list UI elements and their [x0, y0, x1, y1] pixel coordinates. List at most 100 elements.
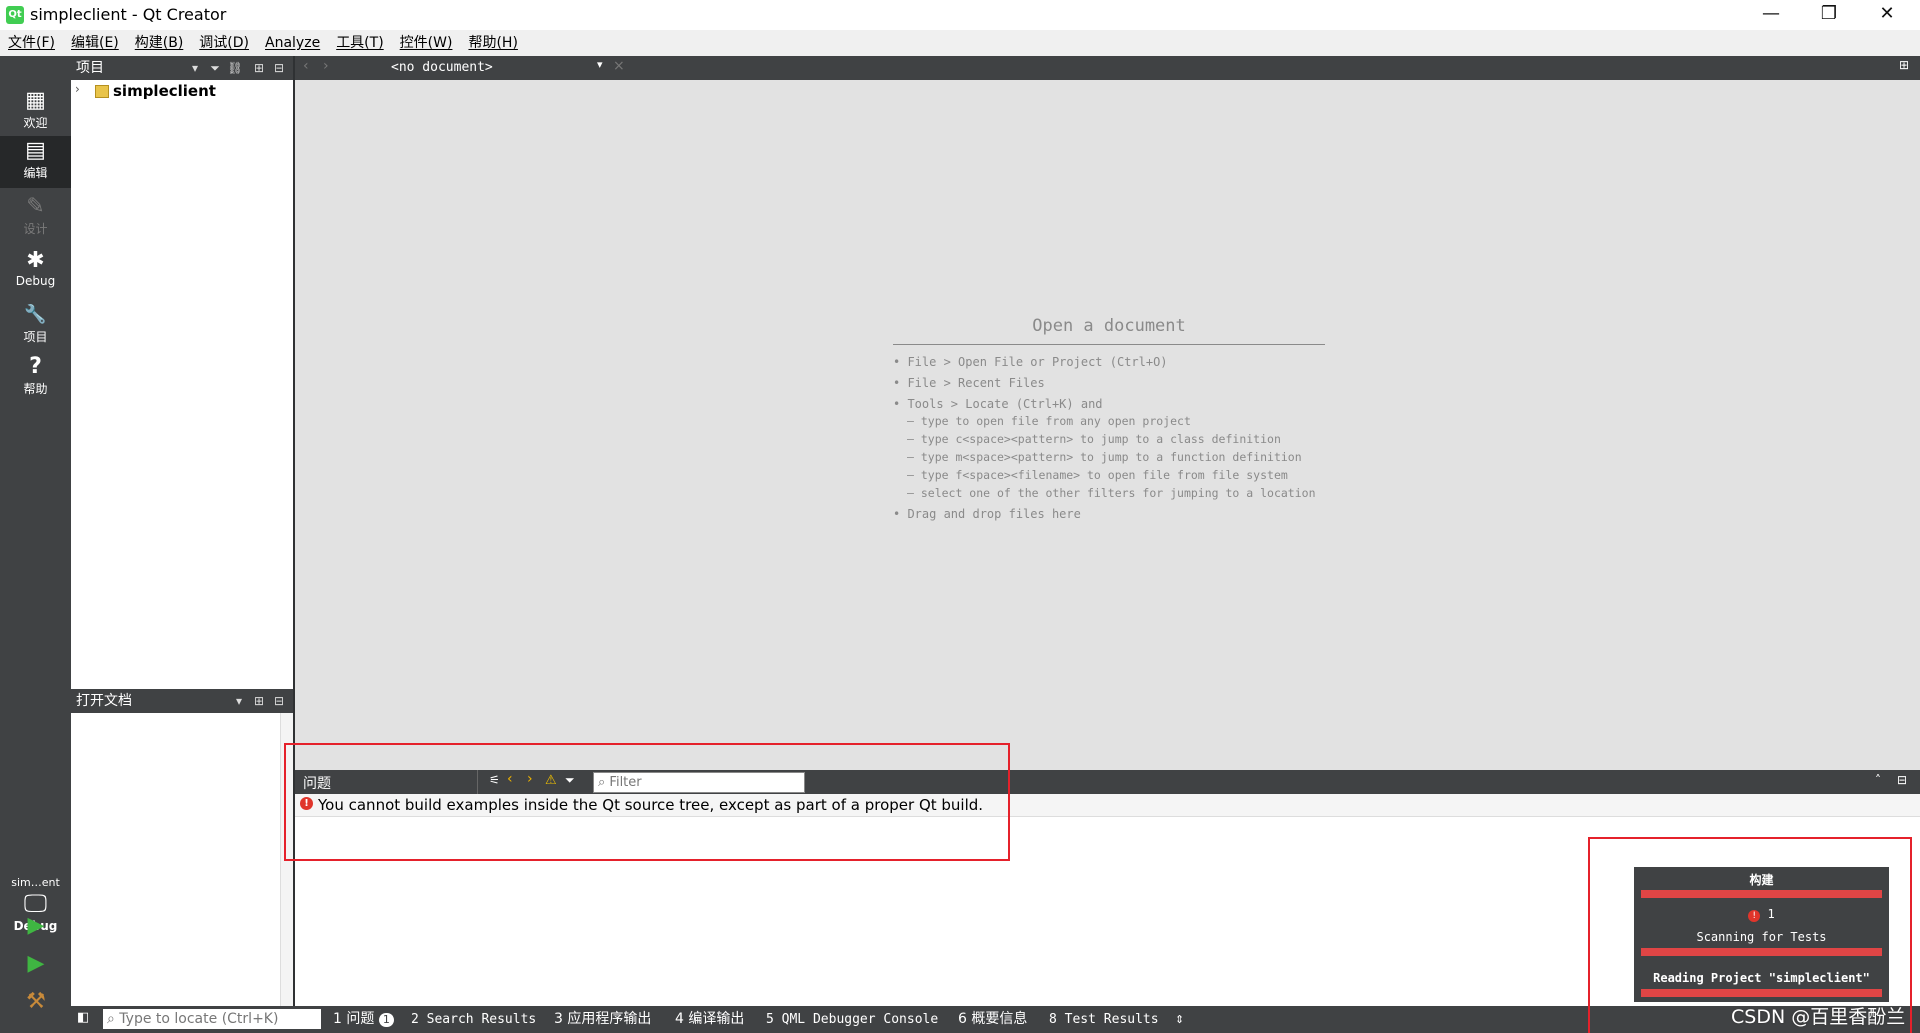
mode-label: Debug [15, 274, 56, 288]
mode-label: 帮助 [23, 382, 48, 396]
tab-number: 2 [411, 1012, 419, 1027]
close-pane-icon[interactable]: ⊟ [271, 689, 287, 713]
maximize-pane-icon[interactable]: ˄ [1875, 773, 1881, 787]
projects-header: 项目 ▾ ⏷ ⛓ ⊞ ⊟ [71, 56, 295, 80]
filter-icon[interactable]: ⏷ [207, 56, 223, 80]
close-pane-icon[interactable]: ⊟ [1897, 773, 1907, 787]
mode-projects[interactable]: 🔧 项目 [0, 300, 71, 352]
minimize-button[interactable]: — [1742, 0, 1800, 30]
menu-help[interactable]: 帮助(H) [460, 30, 525, 56]
tab-search-results[interactable]: 2 Search Results [411, 1006, 536, 1033]
toggle-sidebar-icon[interactable]: ◧ [77, 1010, 89, 1025]
chevron-down-icon[interactable]: ▾ [231, 689, 247, 713]
projects-view-select[interactable]: 项目 [76, 56, 104, 80]
mode-welcome[interactable]: ▦ 欢迎 [0, 86, 71, 138]
open-documents-list [71, 713, 295, 1006]
help-icon: ? [29, 354, 42, 379]
locator-input[interactable]: ⌕ Type to locate (Ctrl+K) [103, 1009, 321, 1029]
tab-number: 3 [554, 1011, 563, 1027]
editor-toolbar: ‹ › <no document> ▾ × ⊞ [295, 56, 1920, 80]
project-tree: › simpleclient [71, 80, 295, 689]
tab-label: Test Results [1064, 1012, 1159, 1027]
grid-icon: ▦ [25, 88, 46, 113]
tab-compile-output[interactable]: 4 编译输出 [675, 1006, 744, 1033]
window-title: simpleclient - Qt Creator [30, 5, 227, 24]
mode-label: 欢迎 [23, 116, 48, 130]
close-button[interactable]: ✕ [1858, 0, 1916, 30]
annotation-box [284, 743, 1010, 861]
menu-analyze[interactable]: Analyze [257, 30, 328, 56]
tab-number: 4 [675, 1011, 684, 1027]
tab-qml-debugger-console[interactable]: 5 QML Debugger Console [766, 1006, 938, 1033]
hint-subline: – type c<space><pattern> to jump to a cl… [907, 432, 1281, 446]
watermark: CSDN @百里香酚兰 [1731, 1006, 1906, 1028]
hammer-icon: ⚒ [26, 989, 46, 1014]
tab-number: 5 [766, 1012, 774, 1027]
chevron-down-icon[interactable]: ▾ [597, 58, 603, 71]
chevron-down-icon[interactable]: ▾ [187, 56, 203, 80]
hint-title: Open a document [893, 316, 1325, 345]
chevron-right-icon[interactable]: › [75, 82, 80, 96]
wrench-icon: 🔧 [24, 304, 47, 325]
locator-placeholder: Type to locate (Ctrl+K) [119, 1011, 279, 1027]
open-docs-label[interactable]: 打开文档 [76, 689, 132, 713]
edit-icon: ▤ [25, 138, 46, 163]
mode-label: 编辑 [23, 166, 48, 180]
debug-run-button[interactable]: ▶ [22, 950, 50, 978]
issues-count-badge: 1 [378, 1013, 394, 1027]
tab-general-messages[interactable]: 6 概要信息 [958, 1006, 1027, 1033]
tab-label: QML Debugger Console [781, 1012, 939, 1027]
tab-number: 8 [1049, 1012, 1057, 1027]
tab-label: 概要信息 [971, 1011, 1028, 1027]
more-tabs-icon[interactable]: ⇕ [1175, 1006, 1184, 1033]
tab-issues[interactable]: 1 问题 1 [333, 1006, 394, 1033]
close-pane-icon[interactable]: ⊟ [271, 56, 287, 80]
play-icon: ▶ [27, 913, 45, 938]
link-icon[interactable]: ⛓ [227, 56, 243, 80]
document-selector[interactable]: <no document> [391, 60, 493, 75]
folder-icon [95, 85, 109, 98]
mode-debug[interactable]: ✱ Debug [0, 246, 71, 298]
menu-tools[interactable]: 工具(T) [328, 30, 391, 56]
tab-number: 6 [958, 1011, 967, 1027]
menu-widgets[interactable]: 控件(W) [392, 30, 461, 56]
build-button[interactable]: ⚒ [22, 988, 50, 1016]
tab-label: Search Results [426, 1012, 537, 1027]
hint-line: • Tools > Locate (Ctrl+K) and [893, 397, 1103, 411]
hint-subline: – type to open file from any open projec… [907, 414, 1191, 428]
forward-icon[interactable]: › [323, 58, 329, 74]
menu-edit[interactable]: 编辑(E) [63, 30, 127, 56]
run-button[interactable]: ▶ [22, 912, 50, 940]
mode-help[interactable]: ? 帮助 [0, 352, 71, 404]
split-icon[interactable]: ⊞ [1899, 58, 1909, 72]
mode-label: 项目 [23, 330, 48, 344]
bug-icon: ✱ [26, 248, 45, 273]
open-docs-header: 打开文档 ▾ ⊞ ⊟ [71, 689, 295, 713]
back-icon[interactable]: ‹ [303, 58, 309, 74]
split-icon[interactable]: ⊞ [251, 689, 267, 713]
pencil-icon: ✎ [26, 194, 45, 219]
split-icon[interactable]: ⊞ [251, 56, 267, 80]
mode-design[interactable]: ✎ 设计 [0, 192, 71, 244]
hint-line: • File > Recent Files [893, 376, 1045, 390]
hint-subline: – type m<space><pattern> to jump to a fu… [907, 450, 1302, 464]
debug-play-icon: ▶ [27, 951, 45, 976]
tab-label: 问题 [346, 1011, 375, 1027]
menu-bar: 文件(F) 编辑(E) 构建(B) 调试(D) Analyze 工具(T) 控件… [0, 30, 1920, 56]
qt-icon: Qt [6, 6, 24, 24]
tab-number: 1 [333, 1011, 342, 1027]
kit-name: sim…ent [11, 876, 60, 889]
mode-edit[interactable]: ▤ 编辑 [0, 136, 71, 188]
hint-subline: – select one of the other filters for ju… [907, 486, 1316, 500]
menu-build[interactable]: 构建(B) [127, 30, 192, 56]
tab-test-results[interactable]: 8 Test Results [1049, 1006, 1159, 1033]
menu-file[interactable]: 文件(F) [0, 30, 63, 56]
close-document-icon[interactable]: × [613, 58, 625, 74]
restore-button[interactable]: ❐ [1800, 0, 1858, 30]
mode-bar: ▦ 欢迎 ▤ 编辑 ✎ 设计 ✱ Debug 🔧 项目 ? 帮助 sim…ent… [0, 56, 71, 1033]
menu-debug[interactable]: 调试(D) [191, 30, 257, 56]
tree-item-project[interactable]: simpleclient [113, 82, 216, 100]
title-bar: Qt simpleclient - Qt Creator — ❐ ✕ [0, 0, 1920, 30]
tab-label: 编译输出 [688, 1011, 745, 1027]
tab-application-output[interactable]: 3 应用程序输出 [554, 1006, 651, 1033]
